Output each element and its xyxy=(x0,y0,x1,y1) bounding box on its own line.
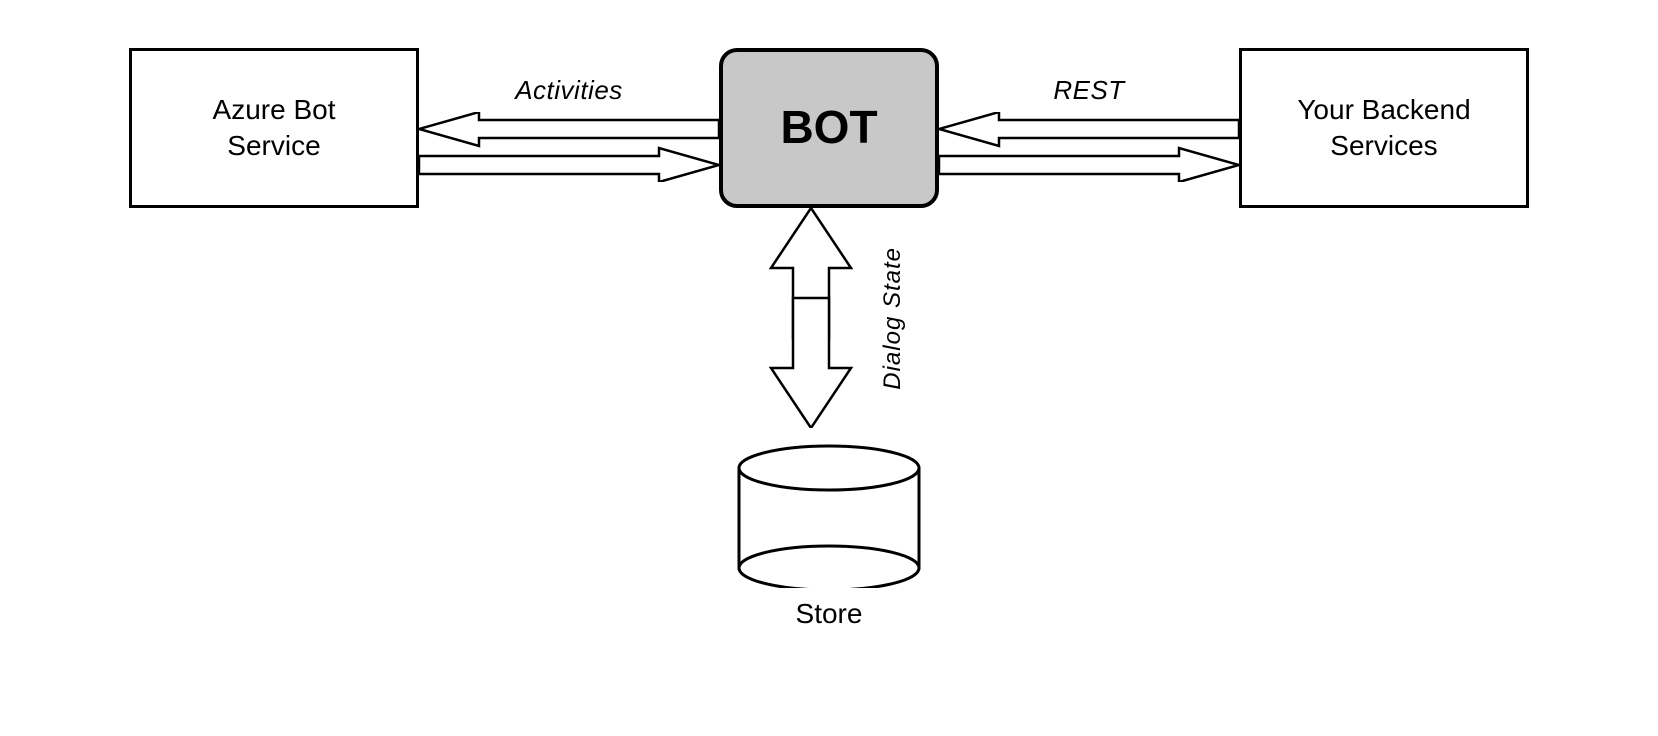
top-row: Azure Bot Service Activities BOT REST xyxy=(0,48,1658,208)
bot-label: BOT xyxy=(780,98,877,158)
rest-arrow-svg xyxy=(939,112,1239,182)
azure-bot-service-box: Azure Bot Service xyxy=(129,48,419,208)
store-label: Store xyxy=(796,598,863,630)
store-container: Store xyxy=(729,428,929,630)
store-cylinder-svg xyxy=(729,428,929,588)
rest-arrow-container: REST xyxy=(939,48,1239,208)
vertical-section: Dialog State Store xyxy=(729,208,929,630)
backend-services-box: Your Backend Services xyxy=(1239,48,1529,208)
dialog-state-arrow-container: Dialog State xyxy=(751,208,907,428)
activities-label: Activities xyxy=(515,75,623,106)
azure-bot-service-label: Azure Bot Service xyxy=(213,92,336,165)
dialog-state-arrow-svg xyxy=(751,208,871,428)
backend-services-label: Your Backend Services xyxy=(1297,92,1470,165)
rest-label: REST xyxy=(1053,75,1124,106)
bot-box: BOT xyxy=(719,48,939,208)
dialog-state-label: Dialog State xyxy=(879,247,907,390)
activities-arrow-container: Activities xyxy=(419,48,719,208)
diagram-container: Azure Bot Service Activities BOT REST xyxy=(0,0,1658,736)
activities-arrow-svg xyxy=(419,112,719,182)
